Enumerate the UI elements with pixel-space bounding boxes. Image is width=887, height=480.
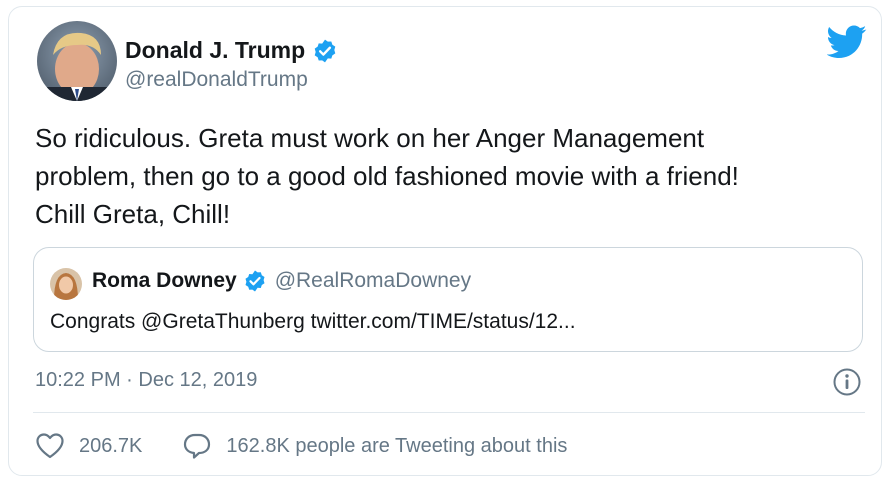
tweet-timestamp[interactable]: 10:22 PM · Dec 12, 2019 [35, 369, 257, 392]
author-handle[interactable]: @realDonaldTrump [125, 68, 308, 92]
tweet-card: Donald J. Trump @realDonaldTrump So ridi… [8, 6, 882, 476]
tweet-date[interactable]: Dec 12, 2019 [138, 369, 257, 392]
heart-icon [36, 433, 64, 459]
divider [33, 412, 865, 413]
quoted-author-handle: @RealRomaDowney [274, 269, 472, 292]
like-button[interactable]: 206.7K [35, 432, 142, 460]
timestamp-separator: · [120, 369, 139, 391]
quoted-tweet[interactable]: Roma Downey @RealRomaDowney Congrats @Gr… [33, 247, 863, 352]
twitter-bird-icon[interactable] [826, 25, 867, 59]
author-name[interactable]: Donald J. Trump [125, 37, 305, 64]
author-avatar[interactable] [37, 21, 117, 101]
verified-badge-icon [243, 269, 267, 293]
tweet-actions: 206.7K 162.8K people are Tweeting about … [35, 432, 567, 460]
like-count: 206.7K [79, 434, 143, 457]
quoted-text: Congrats @GretaThunberg twitter.com/TIME… [50, 310, 576, 333]
quoted-header: Roma Downey @RealRomaDowney [92, 269, 471, 293]
verified-badge-icon [312, 38, 338, 64]
quoted-author-avatar [50, 268, 82, 300]
info-icon[interactable] [832, 367, 862, 397]
author-name-row[interactable]: Donald J. Trump [125, 37, 338, 64]
tweet-time[interactable]: 10:22 PM [35, 369, 121, 392]
tweeting-about-button[interactable]: 162.8K people are Tweeting about this [182, 432, 567, 460]
tweet-text: So ridiculous. Greta must work on her An… [35, 123, 739, 229]
tweeting-about-text: 162.8K people are Tweeting about this [226, 434, 568, 457]
comment-bubble-icon [184, 433, 211, 459]
quoted-author-name: Roma Downey [92, 269, 237, 292]
